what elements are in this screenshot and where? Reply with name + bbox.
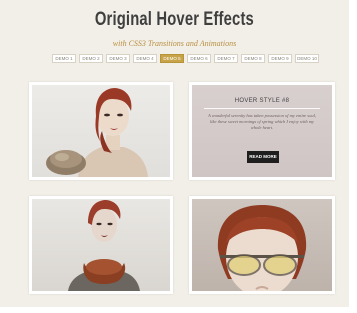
demo-button-5[interactable]: DEMO 5: [160, 54, 184, 63]
demo-button-9[interactable]: DEMO 9: [268, 54, 292, 63]
demo-button-6[interactable]: DEMO 6: [187, 54, 211, 63]
gallery-item-3[interactable]: [29, 196, 173, 294]
frame-edge: [349, 0, 357, 313]
demo-nav: DEMO 1 DEMO 2 DEMO 3 DEMO 4 DEMO 5 DEMO …: [52, 54, 319, 64]
frame-edge-bottom: [0, 307, 357, 313]
portrait-illustration-3: [68, 200, 140, 291]
portrait-image-4: [192, 199, 332, 291]
demo-button-4[interactable]: DEMO 4: [133, 54, 157, 63]
page-title: Original Hover Effects: [94, 9, 254, 30]
divider: [204, 108, 320, 109]
demo-button-7[interactable]: DEMO 7: [214, 54, 238, 63]
demo-button-8[interactable]: DEMO 8: [241, 54, 265, 63]
portrait-illustration-4: [217, 205, 307, 291]
gallery-item-4[interactable]: [189, 196, 335, 294]
hover-overlay: HOVER STYLE #8 A wonderful serenity has …: [192, 85, 332, 177]
page: Original Hover Effects with CSS3 Transit…: [0, 0, 357, 313]
hover-title: HOVER STYLE #8: [234, 98, 290, 104]
portrait-image-1: [32, 85, 170, 177]
read-more-button[interactable]: READ MORE: [247, 151, 279, 163]
demo-button-1[interactable]: DEMO 1: [52, 54, 76, 63]
portrait-image-3: [32, 199, 170, 291]
portrait-illustration-1: [46, 88, 148, 177]
page-subtitle: with CSS3 Transitions and Animations: [112, 39, 237, 48]
demo-button-2[interactable]: DEMO 2: [79, 54, 103, 63]
hover-description: A wonderful serenity has taken possessio…: [207, 113, 317, 130]
demo-button-10[interactable]: DEMO 10: [295, 54, 319, 63]
gallery-item-1[interactable]: [29, 82, 173, 180]
gallery-item-2[interactable]: HOVER STYLE #8 A wonderful serenity has …: [189, 82, 335, 180]
demo-button-3[interactable]: DEMO 3: [106, 54, 130, 63]
